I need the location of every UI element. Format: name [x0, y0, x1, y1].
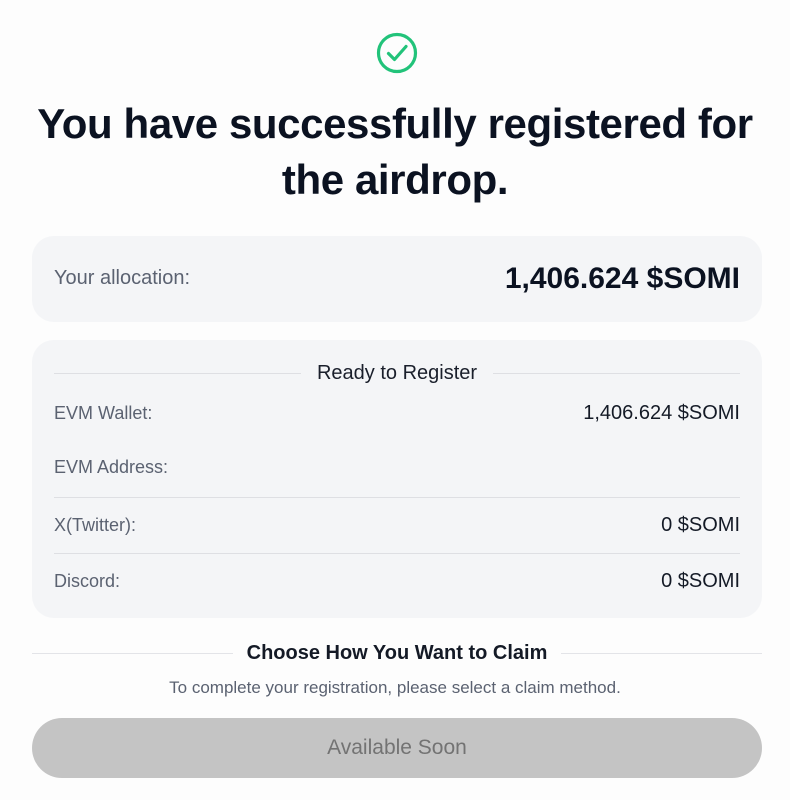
check-circle-icon: [376, 32, 418, 74]
divider-line: [54, 372, 301, 374]
row-divider: [54, 553, 740, 554]
page-title: You have successfully registered for the…: [37, 100, 753, 203]
discord-value: 0 $SOMI: [661, 569, 740, 592]
twitter-value: 0 $SOMI: [661, 513, 740, 536]
allocation-card: Your allocation: 1,406.624 $SOMI: [32, 236, 762, 322]
divider-line: [561, 652, 762, 654]
evm-wallet-value: 1,406.624 $SOMI: [583, 401, 740, 424]
twitter-label: X(Twitter):: [54, 514, 137, 535]
divider-line: [32, 652, 233, 654]
discord-row: Discord: 0 $SOMI: [54, 568, 740, 594]
allocation-label: Your allocation:: [54, 267, 191, 289]
details-heading-text: Ready to Register: [316, 361, 478, 384]
evm-wallet-row: EVM Wallet: 1,406.624 $SOMI: [54, 400, 740, 426]
registration-details-card: Ready to Register EVM Wallet: 1,406.624 …: [32, 340, 762, 618]
claim-heading-text: Choose How You Want to Claim: [246, 641, 548, 664]
details-heading: Ready to Register: [54, 360, 741, 386]
claim-heading: Choose How You Want to Claim: [32, 640, 762, 666]
available-soon-button[interactable]: Available Soon: [32, 718, 762, 778]
evm-address-row: EVM Address:: [54, 454, 740, 480]
divider-line: [493, 372, 741, 374]
discord-label: Discord:: [54, 570, 121, 591]
row-divider: [54, 497, 740, 498]
allocation-value: 1,406.624 $SOMI: [504, 262, 740, 295]
evm-address-label: EVM Address:: [54, 456, 169, 477]
registration-success-screen: You have successfully registered for the…: [0, 0, 790, 800]
twitter-row: X(Twitter): 0 $SOMI: [54, 512, 740, 538]
claim-subtitle: To complete your registration, please se…: [169, 678, 621, 697]
evm-wallet-label: EVM Wallet:: [54, 402, 153, 423]
